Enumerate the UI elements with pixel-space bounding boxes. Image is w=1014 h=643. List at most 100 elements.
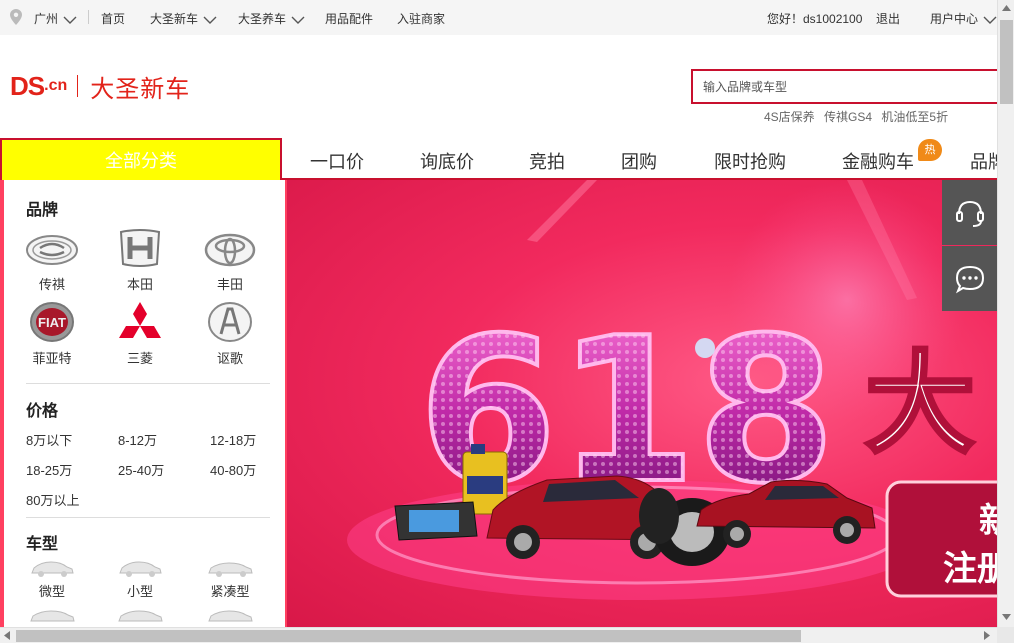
nav-auction[interactable]: 竞拍 bbox=[529, 148, 565, 174]
menu-car-care[interactable]: 大圣养车 bbox=[238, 10, 305, 27]
menu-new-car[interactable]: 大圣新车 bbox=[150, 10, 217, 27]
menu-car-care-label: 大圣养车 bbox=[238, 12, 287, 26]
brand-toyota[interactable]: 丰田 bbox=[200, 230, 260, 293]
all-categories-button[interactable]: 全部分类 bbox=[0, 138, 282, 180]
brand-label: 讴歌 bbox=[216, 351, 243, 366]
banner-headline: 大 bbox=[865, 340, 975, 468]
link-accessories[interactable]: 用品配件 bbox=[325, 10, 373, 27]
price-range[interactable]: 40-80万 bbox=[210, 460, 256, 479]
horizontal-scrollbar[interactable] bbox=[0, 627, 997, 643]
car-type-more[interactable] bbox=[200, 608, 260, 627]
menu-new-car-label: 大圣新车 bbox=[150, 12, 199, 26]
car-silhouette-icon bbox=[118, 610, 163, 622]
brand-honda[interactable]: 本田 bbox=[110, 226, 170, 293]
section-divider bbox=[26, 517, 270, 518]
user-greeting: 您好！ds1002100 bbox=[767, 12, 863, 26]
top-bar: 广州 首页 大圣新车 大圣养车 用品配件 入驻商家 您好！ds1002100 退… bbox=[0, 0, 997, 35]
car-silhouette-icon bbox=[119, 561, 162, 577]
car-type-label: 小型 bbox=[126, 584, 153, 599]
vertical-scroll-thumb[interactable] bbox=[1000, 20, 1013, 104]
link-home[interactable]: 首页 bbox=[101, 10, 125, 27]
site-logo[interactable]: DS .cn 大圣新车 bbox=[10, 66, 190, 106]
price-range[interactable]: 8-12万 bbox=[118, 430, 157, 449]
car-type-label: 微型 bbox=[38, 584, 65, 599]
hot-word[interactable]: 机油低至5折 bbox=[881, 110, 948, 124]
logo-cn: .cn bbox=[44, 77, 68, 94]
car-silhouette-icon bbox=[208, 610, 253, 622]
brand-label: 传祺 bbox=[38, 277, 65, 292]
chat-bubble-icon bbox=[955, 265, 984, 293]
horizontal-scroll-thumb[interactable] bbox=[16, 630, 801, 642]
logo-ds: DS bbox=[10, 70, 45, 101]
car-type-more[interactable] bbox=[22, 608, 82, 627]
city-selector[interactable]: 广州 bbox=[34, 10, 77, 27]
decor-moon bbox=[695, 338, 715, 358]
price-range[interactable]: 12-18万 bbox=[210, 430, 256, 449]
hot-word[interactable]: 4S店保养 bbox=[764, 110, 815, 124]
link-merchant-join[interactable]: 入驻商家 bbox=[397, 10, 445, 27]
category-sidebar: 品牌 传祺 本田 丰田 FIAT 菲亚特 三菱 讴歌 价格 8万以下 8-12万… bbox=[0, 180, 287, 627]
city-label: 广州 bbox=[34, 12, 59, 26]
brand-trumpchi[interactable]: 传祺 bbox=[22, 230, 82, 293]
banner-line1: 新 bbox=[979, 501, 997, 541]
scroll-up-arrow-icon[interactable] bbox=[1002, 5, 1011, 11]
price-range[interactable]: 80万以上 bbox=[26, 490, 79, 509]
mitsubishi-logo-icon bbox=[114, 300, 166, 344]
chevron-down-icon bbox=[291, 16, 305, 24]
brand-label: 三菱 bbox=[126, 351, 153, 366]
car-type-more[interactable] bbox=[110, 608, 170, 627]
hot-search-words: 4S店保养 传祺GS4 机油低至5折 bbox=[764, 108, 954, 125]
price-range[interactable]: 8万以下 bbox=[26, 430, 72, 449]
location-pin-icon bbox=[10, 9, 22, 28]
nav-group-buy[interactable]: 团购 bbox=[621, 148, 657, 174]
online-chat-button[interactable] bbox=[942, 246, 997, 311]
logout-link[interactable]: 退出 bbox=[876, 10, 900, 27]
car-type-section-title: 车型 bbox=[26, 536, 59, 553]
promo-banner[interactable]: 618 618 大 新 注册 bbox=[287, 180, 997, 627]
chevron-down-icon bbox=[203, 16, 217, 24]
trumpchi-logo-icon bbox=[26, 230, 78, 270]
car-silhouette-icon bbox=[31, 561, 74, 577]
search-input[interactable] bbox=[693, 71, 1009, 102]
vertical-scrollbar[interactable] bbox=[997, 0, 1014, 627]
user-center-label: 用户中心 bbox=[930, 12, 979, 26]
nav-inquiry-price[interactable]: 询底价 bbox=[420, 148, 474, 174]
light-ray bbox=[527, 180, 597, 242]
brand-mitsubishi[interactable]: 三菱 bbox=[110, 300, 170, 367]
nav-flash-sale[interactable]: 限时抢购 bbox=[714, 148, 786, 174]
car-type-mini[interactable]: 微型 bbox=[22, 560, 82, 600]
brand-label: 丰田 bbox=[216, 277, 243, 292]
main-nav: 全部分类 一口价 询底价 竞拍 团购 限时抢购 金融购车 品牌 bbox=[0, 138, 1006, 180]
acura-logo-icon bbox=[204, 300, 256, 344]
scroll-down-arrow-icon[interactable] bbox=[1002, 614, 1011, 620]
brand-acura[interactable]: 讴歌 bbox=[200, 300, 260, 367]
divider bbox=[88, 10, 89, 24]
car-type-label: 紧凑型 bbox=[210, 584, 250, 599]
svg-text:FIAT: FIAT bbox=[38, 315, 66, 330]
user-center-menu[interactable]: 用户中心 bbox=[930, 10, 997, 27]
customer-service-button[interactable] bbox=[942, 180, 997, 245]
headset-icon bbox=[955, 200, 984, 227]
scrollbar-corner bbox=[997, 627, 1014, 643]
logo-divider bbox=[77, 75, 79, 97]
banner-artwork: 618 618 大 新 注册 bbox=[347, 180, 997, 600]
hot-word[interactable]: 传祺GS4 bbox=[824, 110, 872, 124]
nav-fixed-price[interactable]: 一口价 bbox=[310, 148, 364, 174]
scroll-right-arrow-icon[interactable] bbox=[984, 631, 990, 640]
price-range[interactable]: 18-25万 bbox=[26, 460, 72, 479]
car-stereo bbox=[394, 501, 478, 541]
brand-fiat[interactable]: FIAT 菲亚特 bbox=[22, 300, 82, 367]
section-divider bbox=[26, 383, 270, 384]
car-type-small[interactable]: 小型 bbox=[110, 560, 170, 600]
toyota-logo-icon bbox=[204, 230, 256, 270]
car-silhouette-icon bbox=[30, 610, 75, 622]
scroll-left-arrow-icon[interactable] bbox=[4, 631, 10, 640]
brand-section-title: 品牌 bbox=[26, 202, 59, 219]
price-range[interactable]: 25-40万 bbox=[118, 460, 164, 479]
logo-site-name: 大圣新车 bbox=[90, 75, 191, 103]
car-silhouette-icon bbox=[208, 562, 253, 577]
car-type-compact[interactable]: 紧凑型 bbox=[200, 560, 260, 600]
price-section-title: 价格 bbox=[26, 403, 59, 420]
hot-badge: 热 bbox=[918, 139, 942, 161]
nav-finance-purchase[interactable]: 金融购车 bbox=[842, 148, 914, 174]
